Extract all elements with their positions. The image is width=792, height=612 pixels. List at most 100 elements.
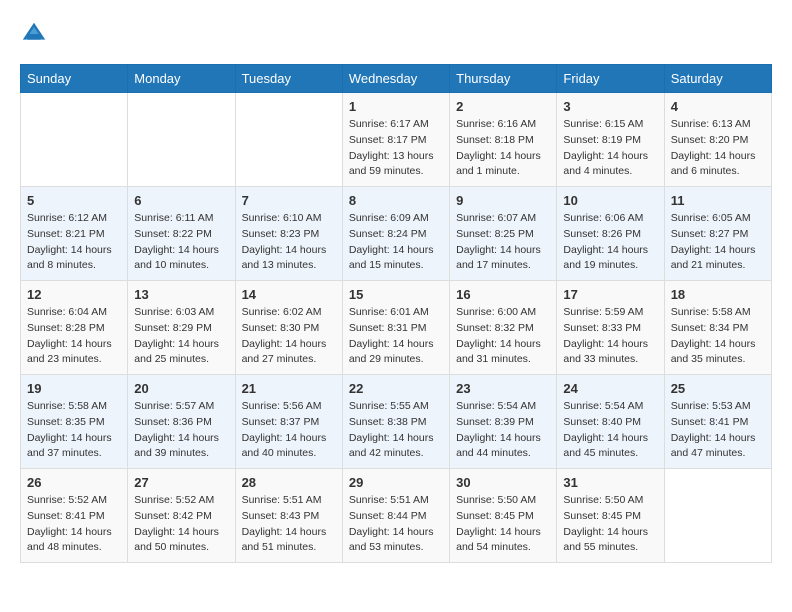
daylight: Daylight: 14 hours and 45 minutes.: [563, 431, 657, 463]
week-row-5: 26 Sunrise: 5:52 AM Sunset: 8:41 PM Dayl…: [21, 469, 772, 563]
daylight: Daylight: 14 hours and 23 minutes.: [27, 337, 121, 369]
sunrise: Sunrise: 5:54 AM: [456, 399, 550, 415]
cell-content: Sunrise: 5:56 AM Sunset: 8:37 PM Dayligh…: [242, 399, 336, 462]
calendar-cell: 20 Sunrise: 5:57 AM Sunset: 8:36 PM Dayl…: [128, 375, 235, 469]
daylight: Daylight: 14 hours and 19 minutes.: [563, 243, 657, 275]
sunrise: Sunrise: 5:58 AM: [27, 399, 121, 415]
day-number: 11: [671, 193, 765, 208]
weekday-header-wednesday: Wednesday: [342, 65, 449, 93]
daylight: Daylight: 14 hours and 54 minutes.: [456, 525, 550, 557]
sunrise: Sunrise: 5:55 AM: [349, 399, 443, 415]
daylight: Daylight: 14 hours and 4 minutes.: [563, 149, 657, 181]
logo: [20, 20, 52, 48]
cell-content: Sunrise: 6:15 AM Sunset: 8:19 PM Dayligh…: [563, 117, 657, 180]
sunrise: Sunrise: 5:51 AM: [242, 493, 336, 509]
sunrise: Sunrise: 6:00 AM: [456, 305, 550, 321]
day-number: 19: [27, 381, 121, 396]
calendar-cell: 16 Sunrise: 6:00 AM Sunset: 8:32 PM Dayl…: [450, 281, 557, 375]
daylight: Daylight: 14 hours and 25 minutes.: [134, 337, 228, 369]
daylight: Daylight: 14 hours and 44 minutes.: [456, 431, 550, 463]
sunset: Sunset: 8:45 PM: [563, 509, 657, 525]
calendar-cell: [235, 93, 342, 187]
daylight: Daylight: 14 hours and 53 minutes.: [349, 525, 443, 557]
daylight: Daylight: 14 hours and 51 minutes.: [242, 525, 336, 557]
cell-content: Sunrise: 6:10 AM Sunset: 8:23 PM Dayligh…: [242, 211, 336, 274]
daylight: Daylight: 14 hours and 21 minutes.: [671, 243, 765, 275]
cell-content: Sunrise: 6:17 AM Sunset: 8:17 PM Dayligh…: [349, 117, 443, 180]
day-number: 30: [456, 475, 550, 490]
day-number: 25: [671, 381, 765, 396]
sunset: Sunset: 8:31 PM: [349, 321, 443, 337]
calendar-cell: 25 Sunrise: 5:53 AM Sunset: 8:41 PM Dayl…: [664, 375, 771, 469]
daylight: Daylight: 14 hours and 55 minutes.: [563, 525, 657, 557]
day-number: 7: [242, 193, 336, 208]
header-row: SundayMondayTuesdayWednesdayThursdayFrid…: [21, 65, 772, 93]
day-number: 2: [456, 99, 550, 114]
day-number: 4: [671, 99, 765, 114]
calendar-cell: 31 Sunrise: 5:50 AM Sunset: 8:45 PM Dayl…: [557, 469, 664, 563]
cell-content: Sunrise: 6:05 AM Sunset: 8:27 PM Dayligh…: [671, 211, 765, 274]
sunrise: Sunrise: 6:09 AM: [349, 211, 443, 227]
week-row-2: 5 Sunrise: 6:12 AM Sunset: 8:21 PM Dayli…: [21, 187, 772, 281]
weekday-header-thursday: Thursday: [450, 65, 557, 93]
day-number: 10: [563, 193, 657, 208]
sunset: Sunset: 8:37 PM: [242, 415, 336, 431]
sunset: Sunset: 8:21 PM: [27, 227, 121, 243]
daylight: Daylight: 14 hours and 39 minutes.: [134, 431, 228, 463]
sunset: Sunset: 8:18 PM: [456, 133, 550, 149]
daylight: Daylight: 14 hours and 17 minutes.: [456, 243, 550, 275]
cell-content: Sunrise: 5:50 AM Sunset: 8:45 PM Dayligh…: [563, 493, 657, 556]
cell-content: Sunrise: 5:51 AM Sunset: 8:43 PM Dayligh…: [242, 493, 336, 556]
sunset: Sunset: 8:39 PM: [456, 415, 550, 431]
calendar-cell: 1 Sunrise: 6:17 AM Sunset: 8:17 PM Dayli…: [342, 93, 449, 187]
daylight: Daylight: 14 hours and 48 minutes.: [27, 525, 121, 557]
sunrise: Sunrise: 6:01 AM: [349, 305, 443, 321]
day-number: 14: [242, 287, 336, 302]
calendar-cell: 9 Sunrise: 6:07 AM Sunset: 8:25 PM Dayli…: [450, 187, 557, 281]
sunrise: Sunrise: 6:07 AM: [456, 211, 550, 227]
calendar-cell: 8 Sunrise: 6:09 AM Sunset: 8:24 PM Dayli…: [342, 187, 449, 281]
cell-content: Sunrise: 6:16 AM Sunset: 8:18 PM Dayligh…: [456, 117, 550, 180]
calendar-cell: 7 Sunrise: 6:10 AM Sunset: 8:23 PM Dayli…: [235, 187, 342, 281]
sunset: Sunset: 8:17 PM: [349, 133, 443, 149]
calendar-cell: 18 Sunrise: 5:58 AM Sunset: 8:34 PM Dayl…: [664, 281, 771, 375]
sunrise: Sunrise: 5:54 AM: [563, 399, 657, 415]
sunset: Sunset: 8:33 PM: [563, 321, 657, 337]
cell-content: Sunrise: 5:50 AM Sunset: 8:45 PM Dayligh…: [456, 493, 550, 556]
sunset: Sunset: 8:26 PM: [563, 227, 657, 243]
daylight: Daylight: 14 hours and 37 minutes.: [27, 431, 121, 463]
sunset: Sunset: 8:42 PM: [134, 509, 228, 525]
daylight: Daylight: 13 hours and 59 minutes.: [349, 149, 443, 181]
sunrise: Sunrise: 6:02 AM: [242, 305, 336, 321]
day-number: 27: [134, 475, 228, 490]
calendar-cell: 29 Sunrise: 5:51 AM Sunset: 8:44 PM Dayl…: [342, 469, 449, 563]
sunrise: Sunrise: 6:17 AM: [349, 117, 443, 133]
cell-content: Sunrise: 5:58 AM Sunset: 8:34 PM Dayligh…: [671, 305, 765, 368]
cell-content: Sunrise: 5:54 AM Sunset: 8:39 PM Dayligh…: [456, 399, 550, 462]
sunrise: Sunrise: 6:03 AM: [134, 305, 228, 321]
cell-content: Sunrise: 6:11 AM Sunset: 8:22 PM Dayligh…: [134, 211, 228, 274]
sunrise: Sunrise: 6:06 AM: [563, 211, 657, 227]
sunset: Sunset: 8:45 PM: [456, 509, 550, 525]
sunset: Sunset: 8:20 PM: [671, 133, 765, 149]
cell-content: Sunrise: 5:54 AM Sunset: 8:40 PM Dayligh…: [563, 399, 657, 462]
day-number: 9: [456, 193, 550, 208]
sunrise: Sunrise: 6:16 AM: [456, 117, 550, 133]
sunset: Sunset: 8:24 PM: [349, 227, 443, 243]
cell-content: Sunrise: 6:09 AM Sunset: 8:24 PM Dayligh…: [349, 211, 443, 274]
day-number: 12: [27, 287, 121, 302]
cell-content: Sunrise: 6:04 AM Sunset: 8:28 PM Dayligh…: [27, 305, 121, 368]
cell-content: Sunrise: 5:53 AM Sunset: 8:41 PM Dayligh…: [671, 399, 765, 462]
sunrise: Sunrise: 6:13 AM: [671, 117, 765, 133]
sunrise: Sunrise: 5:57 AM: [134, 399, 228, 415]
sunrise: Sunrise: 5:50 AM: [456, 493, 550, 509]
day-number: 8: [349, 193, 443, 208]
calendar-cell: 30 Sunrise: 5:50 AM Sunset: 8:45 PM Dayl…: [450, 469, 557, 563]
sunset: Sunset: 8:23 PM: [242, 227, 336, 243]
sunset: Sunset: 8:41 PM: [27, 509, 121, 525]
cell-content: Sunrise: 5:58 AM Sunset: 8:35 PM Dayligh…: [27, 399, 121, 462]
cell-content: Sunrise: 5:51 AM Sunset: 8:44 PM Dayligh…: [349, 493, 443, 556]
sunrise: Sunrise: 5:52 AM: [27, 493, 121, 509]
calendar-cell: [21, 93, 128, 187]
day-number: 24: [563, 381, 657, 396]
